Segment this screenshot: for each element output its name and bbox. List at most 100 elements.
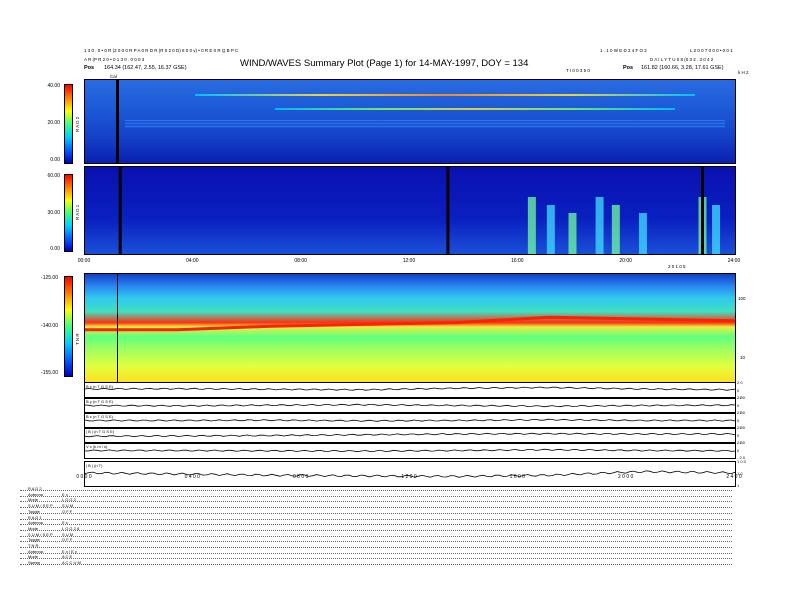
trace-right-tick: 0: [737, 417, 740, 423]
rad1-tick-bottom: 0.00: [50, 246, 60, 252]
header-right-line2: D A I L Y T U 0 8 (0 3 2 . 3 0 4 2: [650, 57, 714, 62]
time-tick-label: 08:00: [294, 258, 307, 264]
rad2-colorbar: [64, 84, 73, 164]
rad1-tick-top: 60.00: [47, 173, 60, 179]
legend-dotted-line: [20, 535, 732, 537]
legend-value: S U M: [62, 531, 74, 537]
rad1-colorbar: [64, 174, 73, 252]
legend-value: L O G 2: [62, 497, 76, 503]
legend-key: Mode: [28, 525, 39, 531]
rad1-burst: [546, 205, 555, 254]
rad1-burst: [611, 205, 620, 254]
time-tick-label: 2 0 0 0: [618, 474, 634, 480]
trace-line: [85, 448, 735, 453]
tnr-right-tick-10: 10: [740, 355, 746, 360]
tnr-cal-marker: [117, 274, 118, 382]
rad1-data-gap: [446, 167, 450, 254]
trace-label: B y (n T G S E): [86, 399, 113, 404]
rad1-spectrogram: [84, 166, 736, 255]
legend-dotted-line: [20, 518, 732, 520]
tnr-tick-top: -125.00: [41, 275, 58, 281]
trace-label: | B | (n T G S E): [86, 429, 115, 434]
rad1-tick-mid: 30.00: [47, 210, 60, 216]
time-tick-label: 04:00: [186, 258, 199, 264]
trace-label: | B | (n T): [86, 463, 103, 468]
trace-right-tick: 2 0: [737, 380, 743, 385]
legend-dotted-line: [20, 490, 732, 491]
page-title: WIND/WAVES Summary Plot (Page 1) for 14-…: [240, 58, 529, 69]
legend-key: R A D 1: [28, 514, 42, 520]
tnr-right-tick-100: 100: [738, 296, 746, 301]
trace-panel: [84, 442, 736, 459]
legend-value: S U M: [62, 503, 74, 509]
legend-key: Toggle: [28, 537, 40, 543]
time-tick-label: 20:00: [619, 258, 632, 264]
legend-dotted-line: [20, 512, 732, 514]
legend-key: Antenna: [28, 491, 43, 497]
trace-line: [85, 418, 735, 422]
legend-dotted-line: [20, 529, 732, 531]
trace-line: [85, 403, 735, 408]
rad2-tick-top: 40.00: [47, 83, 60, 89]
time-tick-label: 0 4 0 0: [184, 474, 200, 480]
tnr-tick-bottom: -155.00: [41, 370, 58, 376]
tnr-colorbar: [64, 276, 73, 377]
legend-key: R A D 2: [28, 486, 42, 491]
tnr-spectrogram: [84, 273, 736, 383]
legend-dotted-line: [20, 541, 732, 543]
trace-right-tick: 1: [737, 483, 740, 488]
rad1-burst: [712, 205, 721, 254]
time-tick-label: 1 2 0 0: [401, 474, 417, 480]
legend-key: Sweep: [28, 560, 41, 566]
time-tick-label: 24:00: [727, 258, 741, 264]
rad1-bursts: [118, 167, 721, 254]
rad1-burst: [527, 197, 536, 254]
legend-key: Mode: [28, 554, 39, 560]
rad2-band-lower: [275, 108, 675, 110]
header-mid-label: T I 0 0 3 5 0: [566, 68, 590, 73]
trace-right-tick: 2 0: [737, 410, 743, 415]
rad2-axis-label: R A D 2: [75, 116, 80, 132]
rad2-spectrogram: [84, 79, 736, 164]
header-right-unit: k H 2: [738, 70, 749, 75]
trace-line: [85, 386, 735, 391]
legend-dotted-line: [20, 524, 732, 526]
rad2-band-faint: [125, 120, 725, 128]
legend-value: A C E: [62, 554, 73, 560]
legend-key: S U M / S E P: [28, 531, 53, 537]
rad2-gap: [116, 80, 119, 163]
legend-dotted-line: [20, 547, 732, 548]
header-left-pos-label: Pos: [84, 65, 95, 71]
legend-key: S U M / S E P: [28, 503, 53, 509]
header-left-line2: A R (P R 2 0 • 0 1 3 0 . 0 0 0 3: [84, 57, 145, 62]
rad1-data-gap: [701, 167, 704, 254]
tnr-axis-label: T N R: [75, 333, 80, 345]
time-tick-label: 2 4 0 0: [726, 474, 742, 480]
legend-key: Antenna: [28, 520, 43, 526]
tnr-plasma-line: [85, 315, 735, 332]
legend-value: E x: [62, 491, 68, 497]
tnr-plasma-line-trace: [85, 315, 735, 332]
legend-value: L O G 2 8: [62, 525, 80, 531]
trace-label: B x (n T G S E): [86, 384, 113, 389]
time-tick-label: 0 8 0 0: [293, 474, 309, 480]
tnr-tick-mid: -140.00: [41, 323, 58, 329]
legend-dotted-line: [20, 564, 732, 566]
legend-value: O F F: [62, 537, 73, 543]
trace-right-tick: 2 0: [737, 395, 743, 400]
time-tick-label: 16:00: [511, 258, 524, 264]
legend-dotted-line: [20, 552, 732, 554]
legend-key: Toggle: [28, 508, 40, 514]
header-left-pos-value: 164.34 (162.47, 2.55, 16.37 GSE): [104, 65, 187, 71]
legend-key: Antenna: [28, 548, 43, 554]
legend-value: E x: [62, 520, 68, 526]
trace-right-tick: 0: [737, 432, 740, 438]
trace-right-tick: 0: [737, 387, 740, 393]
legend-value: E x / E y: [62, 548, 77, 554]
legend-key: Mode: [28, 497, 39, 503]
legend-dotted-line: [20, 501, 732, 503]
rad1-burst: [595, 197, 604, 254]
header-right-top-mid: 1 . 1 0 W E D 2 4 F O 2: [600, 48, 647, 53]
trace-label: B z (n T G S E): [86, 414, 113, 419]
legend-value: O F F: [62, 508, 73, 514]
